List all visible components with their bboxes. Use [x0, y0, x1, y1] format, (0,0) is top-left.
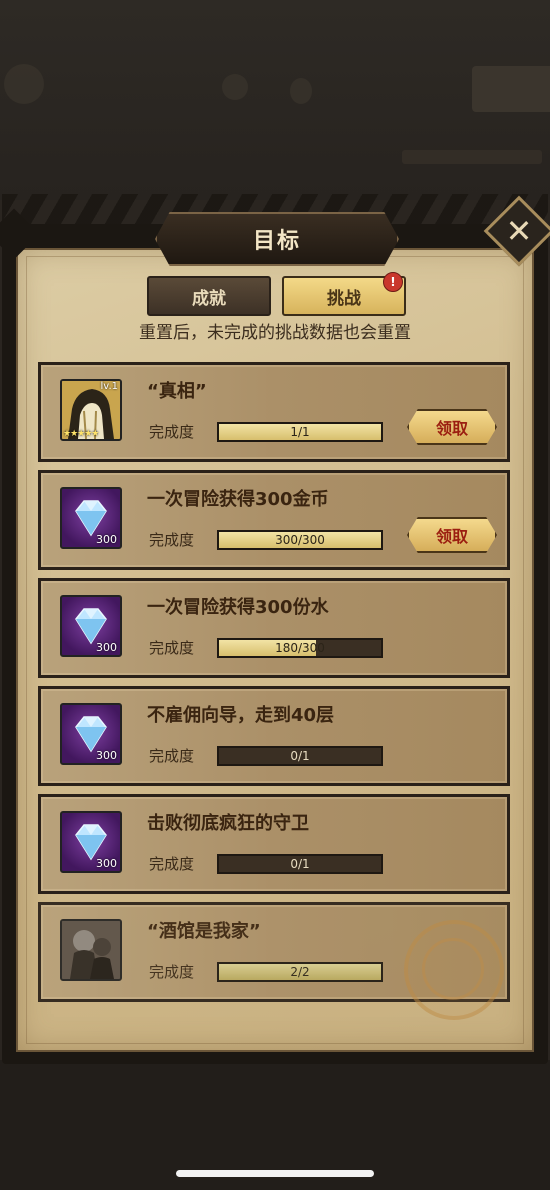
progress-bar: 180/300 [217, 638, 383, 658]
reward-amount: 300 [96, 641, 117, 654]
notification-badge: ! [383, 272, 403, 292]
claim-button[interactable]: 领取 [407, 517, 497, 553]
progress-bar: 1/1 [217, 422, 383, 442]
progress-label: 完成度 [149, 531, 195, 549]
reward-amount: 300 [96, 857, 117, 870]
tavern-character-icon [60, 919, 122, 981]
background-status-text [402, 150, 542, 164]
challenge-title: “真相” [147, 381, 207, 402]
progress-label: 完成度 [149, 963, 195, 981]
progress-text: 0/1 [290, 857, 310, 871]
diamond-icon: 300 [60, 703, 122, 765]
dialog-title-plate: 目标 [155, 212, 399, 266]
tab-achievements-label: 成就 [192, 288, 226, 309]
challenge-title: 一次冒险获得300份水 [147, 597, 329, 618]
challenge-card: 300 不雇佣向导，走到40层 完成度 0/1 [38, 686, 510, 786]
challenge-title: 不雇佣向导，走到40层 [147, 705, 335, 726]
reset-notice: 重置后，未完成的挑战数据也会重置 [139, 323, 411, 343]
diamond-icon: 300 [60, 811, 122, 873]
progress-bar: 300/300 [217, 530, 383, 550]
progress-text: 300/300 [275, 533, 325, 547]
background-avatar-icon [4, 64, 44, 104]
challenge-title: “酒馆是我家” [147, 921, 261, 942]
background-menu-button [472, 66, 550, 112]
progress-bar: 2/2 [217, 962, 383, 982]
progress-text: 180/300 [275, 641, 325, 655]
progress-label: 完成度 [149, 639, 195, 657]
diamond-icon: 300 [60, 487, 122, 549]
challenge-title: 一次冒险获得300金币 [147, 489, 329, 510]
close-icon[interactable]: ✕ [494, 206, 544, 256]
progress-text: 0/1 [290, 749, 310, 763]
dialog-title: 目标 [252, 229, 301, 254]
background-game-screen [0, 0, 550, 200]
hero-portrait-icon: lv.1 ★★★★★ [60, 379, 122, 441]
reward-amount: 300 [96, 749, 117, 762]
challenge-card: lv.1 ★★★★★ “真相” 完成度 1/1 领取 [38, 362, 510, 462]
tab-challenges-label: 挑战 [327, 288, 361, 309]
progress-text: 2/2 [290, 965, 310, 979]
completed-seal-icon [404, 920, 504, 1020]
background-water-icon [290, 78, 312, 104]
progress-label: 完成度 [149, 747, 195, 765]
tab-achievements[interactable]: 成就 [147, 276, 271, 316]
reward-amount: 300 [96, 533, 117, 546]
challenge-card: 300 一次冒险获得300份水 完成度 180/300 [38, 578, 510, 678]
progress-text: 1/1 [290, 425, 310, 439]
home-indicator[interactable] [176, 1170, 374, 1177]
progress-label: 完成度 [149, 855, 195, 873]
claim-button[interactable]: 领取 [407, 409, 497, 445]
progress-bar: 0/1 [217, 854, 383, 874]
hero-level: lv.1 [100, 381, 118, 392]
progress-label: 完成度 [149, 423, 195, 441]
challenge-title: 击败彻底疯狂的守卫 [147, 813, 309, 834]
challenge-card: 300 击败彻底疯狂的守卫 完成度 0/1 [38, 794, 510, 894]
claim-button-label: 领取 [435, 419, 468, 438]
claim-button-label: 领取 [435, 527, 468, 546]
challenge-card: 300 一次冒险获得300金币 完成度 300/300 领取 [38, 470, 510, 570]
hero-stars: ★★★★★ [63, 429, 99, 439]
background-coin-icon [222, 74, 248, 100]
progress-bar: 0/1 [217, 746, 383, 766]
diamond-icon: 300 [60, 595, 122, 657]
